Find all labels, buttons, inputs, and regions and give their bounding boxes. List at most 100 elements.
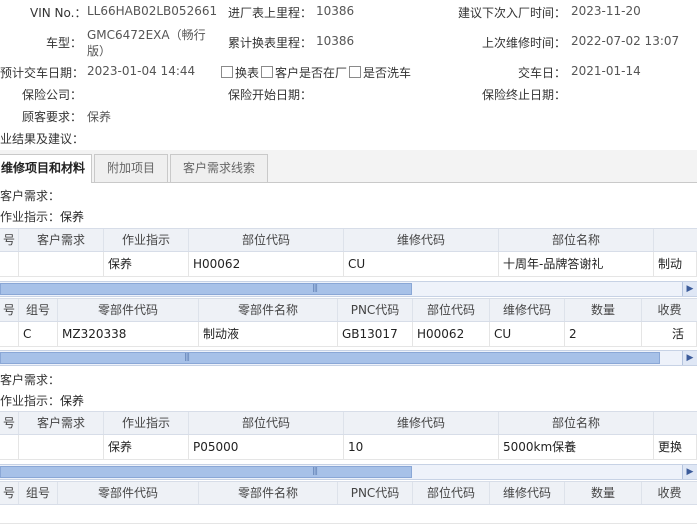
tab-additional-items[interactable]: 附加项目	[94, 154, 168, 182]
col-customer-need-header: 客户需求	[19, 412, 104, 434]
scroll-thumb[interactable]	[0, 466, 412, 478]
ins-end-label: 保险终止日期：	[482, 88, 567, 102]
est-delivery-label: 预计交车日期：	[0, 66, 85, 80]
parts-header: 号 组号 零部件代码 零部件名称 PNC代码 部位代码 维修代码 数量 收费	[0, 481, 697, 505]
cell-no	[0, 322, 19, 346]
wash-checkbox[interactable]: 是否洗车	[349, 64, 411, 81]
col-group-header: 组号	[19, 482, 58, 504]
col-part-name-header: 部位名称	[499, 412, 654, 434]
scroll-right-arrow-icon[interactable]: ▶	[682, 282, 697, 296]
model-value-line1: GMC6472EXA（畅行	[87, 28, 206, 42]
tab-customer-leads[interactable]: 客户需求线索	[170, 154, 268, 182]
cell-repair-code: CU	[344, 252, 499, 276]
col-instruction-header: 作业指示	[104, 229, 189, 251]
col-instruction-header: 作业指示	[104, 412, 189, 434]
col-part-name-header: 部位名称	[499, 229, 654, 251]
cell-extra: 更换	[654, 435, 697, 459]
vin-label: VIN No.：	[30, 6, 87, 20]
scroll-right-arrow-icon[interactable]: ▶	[682, 351, 697, 365]
col-part-desc-header: 零部件名称	[199, 299, 338, 321]
order-info-panel: VIN No.： LL66HAB02LB052661 进厂表上里程： 10386…	[0, 0, 697, 150]
change-meter-checkbox[interactable]: 换表	[221, 64, 259, 81]
cell-extra: 制动	[654, 252, 697, 276]
cell-pnc: GB13017	[338, 322, 413, 346]
repair-items-header: 号 客户需求 作业指示 部位代码 维修代码 部位名称	[0, 411, 697, 435]
col-repair-code-header: 维修代码	[490, 299, 565, 321]
col-no-header: 号	[0, 299, 19, 321]
vin-value: LL66HAB02LB052661	[87, 4, 218, 18]
cell-part-number: MZ320338	[58, 322, 199, 346]
cell-no	[0, 252, 19, 276]
cell-group: C	[19, 322, 58, 346]
next-visit-label: 建议下次入厂时间：	[458, 6, 567, 20]
checkbox-box-icon[interactable]	[221, 66, 233, 78]
scroll-grip-icon: |||	[312, 283, 318, 292]
horizontal-scrollbar[interactable]: ||| ▶	[0, 281, 697, 297]
col-qty-header: 数量	[565, 482, 642, 504]
last-repair-value: 2022-07-02 13:07	[571, 34, 680, 48]
checkbox-box-icon[interactable]	[261, 66, 273, 78]
cell-charge: 活	[642, 322, 697, 346]
cell-part-name: 十周年-品牌答谢礼	[499, 252, 654, 276]
scroll-thumb[interactable]	[0, 352, 660, 364]
col-pnc-header: PNC代码	[338, 299, 413, 321]
customer-need-label: 客户需求：	[0, 189, 61, 203]
cell-repair-code: 10	[344, 435, 499, 459]
parts-header: 号 组号 零部件代码 零部件名称 PNC代码 部位代码 维修代码 数量 收费	[0, 298, 697, 322]
cell-part-name: 5000km保養	[499, 435, 654, 459]
est-delivery-value: 2023-01-04 14:44	[87, 64, 196, 78]
horizontal-scrollbar[interactable]: ||| ▶	[0, 464, 697, 480]
col-repair-code-header: 维修代码	[344, 229, 499, 251]
col-part-code-header: 部位代码	[413, 482, 490, 504]
col-qty-header: 数量	[565, 299, 642, 321]
repair-items-header: 号 客户需求 作业指示 部位代码 维修代码 部位名称	[0, 228, 697, 252]
cell-customer-need	[19, 252, 104, 276]
horizontal-scrollbar[interactable]: ||| ▶	[0, 350, 697, 366]
customer-present-label: 客户是否在厂	[275, 66, 348, 80]
model-label: 车型：	[46, 36, 83, 50]
wash-label: 是否洗车	[363, 66, 412, 80]
cell-part-code: P05000	[189, 435, 344, 459]
col-part-number-header: 零部件代码	[58, 482, 199, 504]
table-row[interactable]: 保养 H00062 CU 十周年-品牌答谢礼 制动	[0, 252, 697, 277]
cell-customer-need	[19, 435, 104, 459]
customer-present-checkbox[interactable]: 客户是否在厂	[261, 64, 347, 81]
col-repair-code-header: 维修代码	[490, 482, 565, 504]
cell-part-code: H00062	[189, 252, 344, 276]
col-charge-header: 收费	[642, 299, 697, 321]
col-no-header: 号	[0, 229, 19, 251]
table-row[interactable]: 保养 P05000 10 5000km保養 更换	[0, 435, 697, 460]
col-customer-need-header: 客户需求	[19, 229, 104, 251]
customer-req-label: 顾客要求：	[22, 110, 83, 124]
table-row[interactable]: C MZ320338 制动液 GB13017 H00062 CU 2 活	[0, 322, 697, 347]
cell-part-code: H00062	[413, 322, 490, 346]
instruction-value: 保养	[60, 394, 85, 408]
cell-instruction: 保养	[104, 252, 189, 276]
tab-repair-items-materials[interactable]: 维修项目和材料	[0, 154, 92, 183]
checkbox-box-icon[interactable]	[349, 66, 361, 78]
scroll-thumb[interactable]	[0, 283, 412, 295]
ins-start-label: 保险开始日期：	[228, 88, 313, 102]
delivery-label: 交车日：	[518, 66, 567, 80]
col-pnc-header: PNC代码	[338, 482, 413, 504]
col-no-header: 号	[0, 412, 19, 434]
cell-repair-code: CU	[490, 322, 565, 346]
result-advice-label: 业结果及建议：	[0, 132, 85, 146]
cumulative-mileage-label: 累计换表里程：	[228, 36, 313, 50]
scroll-grip-icon: |||	[184, 352, 190, 361]
col-part-code-header: 部位代码	[189, 229, 344, 251]
col-group-header: 组号	[19, 299, 58, 321]
cell-part-desc: 制动液	[199, 322, 338, 346]
delivery-value: 2021-01-14	[571, 64, 641, 78]
change-meter-label: 换表	[235, 66, 260, 80]
cell-instruction: 保养	[104, 435, 189, 459]
instruction-label: 作业指示：	[0, 394, 61, 408]
mileage-in-label: 进厂表上里程：	[228, 6, 313, 20]
customer-need-label: 客户需求：	[0, 373, 61, 387]
table-row[interactable]	[0, 505, 697, 524]
scroll-right-arrow-icon[interactable]: ▶	[682, 465, 697, 479]
tab-bar: 维修项目和材料 附加项目 客户需求线索	[0, 150, 697, 183]
last-repair-label: 上次维修时间：	[482, 36, 567, 50]
col-part-code-header: 部位代码	[413, 299, 490, 321]
col-part-code-header: 部位代码	[189, 412, 344, 434]
